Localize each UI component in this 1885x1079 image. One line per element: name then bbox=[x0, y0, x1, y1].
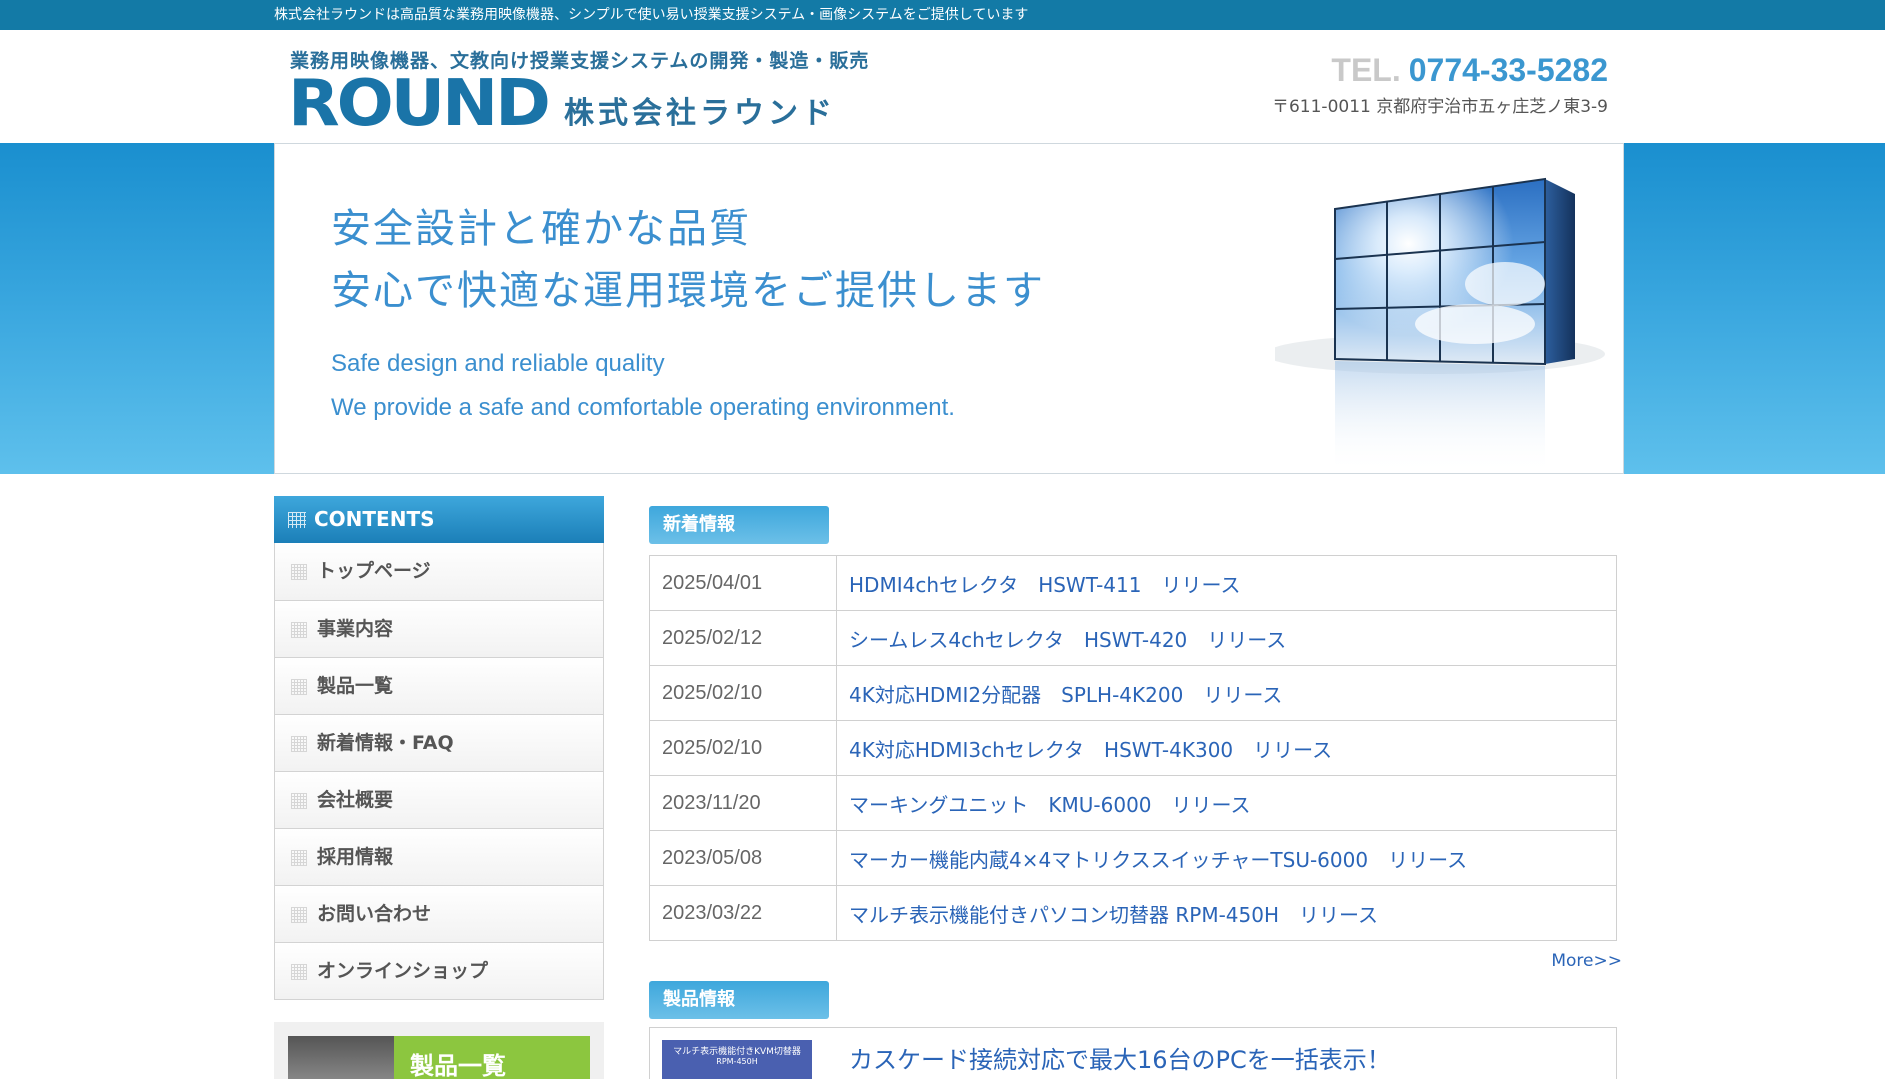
products-heading: 製品情報 bbox=[649, 981, 829, 1019]
table-row: 2025/02/10 4K対応HDMI2分配器 SPLH-4K200 リリース bbox=[649, 665, 1617, 721]
sidebar-item-label: 事業内容 bbox=[317, 618, 394, 640]
news-table: 2025/04/01 HDMI4chセレクタ HSWT-411 リリース 2025… bbox=[649, 555, 1617, 941]
hero-jp-line2: 安心で快適な運用環境をご提供します bbox=[331, 268, 1045, 314]
sidebar: CONTENTS トップページ 事業内容 製品一覧 新着情報・FAQ 会社概要 … bbox=[274, 496, 604, 1079]
top-bar-text: 株式会社ラウンドは高品質な業務用映像機器、シンプルで使い易い授業支援システム・画… bbox=[274, 7, 1029, 23]
square-bullet-icon bbox=[291, 564, 307, 580]
square-bullet-icon bbox=[291, 850, 307, 866]
table-row: 2025/02/10 4K対応HDMI3chセレクタ HSWT-4K300 リリー… bbox=[649, 720, 1617, 776]
news-date: 2025/02/10 bbox=[649, 665, 837, 721]
sidebar-item-label: 採用情報 bbox=[317, 846, 394, 868]
news-link[interactable]: マルチ表示機能付きパソコン切替器 RPM-450H リリース bbox=[836, 885, 1617, 941]
news-date: 2023/03/22 bbox=[649, 885, 837, 941]
table-row: 2023/05/08 マーカー機能内蔵4×4マトリクススイッチャーTSU-6000… bbox=[649, 830, 1617, 886]
banner-text: 製品一覧 bbox=[394, 1036, 590, 1079]
hero-en-line1: Safe design and reliable quality bbox=[331, 350, 665, 377]
table-row: 2025/02/12 シームレス4chセレクタ HSWT-420 リリース bbox=[649, 610, 1617, 666]
banner-image bbox=[288, 1036, 394, 1079]
sidebar-item-label: 製品一覧 bbox=[317, 675, 394, 697]
table-row: 2023/03/22 マルチ表示機能付きパソコン切替器 RPM-450H リリース bbox=[649, 885, 1617, 941]
news-link[interactable]: マーキングユニット KMU-6000 リリース bbox=[836, 775, 1617, 831]
product-thumbnail[interactable]: マルチ表示機能付きKVM切替器 RPM-450H bbox=[662, 1040, 812, 1079]
address: 〒611-0011 京都府宇治市五ヶ庄芝ノ東3-9 bbox=[1271, 97, 1608, 117]
sidebar-item-business[interactable]: 事業内容 bbox=[275, 600, 603, 657]
sidebar-item-contact[interactable]: お問い合わせ bbox=[275, 885, 603, 942]
news-date: 2023/11/20 bbox=[649, 775, 837, 831]
grid-icon bbox=[288, 512, 306, 528]
sidebar-heading-label: CONTENTS bbox=[314, 507, 435, 531]
news-link[interactable]: マーカー機能内蔵4×4マトリクススイッチャーTSU-6000 リリース bbox=[836, 830, 1617, 886]
sidebar-item-news-faq[interactable]: 新着情報・FAQ bbox=[275, 714, 603, 771]
thumb-caption: マルチ表示機能付きKVM切替器 bbox=[673, 1047, 801, 1057]
sidebar-item-top[interactable]: トップページ bbox=[275, 543, 603, 600]
hero-en-line2: We provide a safe and comfortable operat… bbox=[331, 394, 955, 421]
thumb-model: RPM-450H bbox=[716, 1057, 758, 1066]
product-list-banner[interactable]: 製品一覧 bbox=[274, 1022, 604, 1079]
hero-box: 安全設計と確かな品質 安心で快適な運用環境をご提供します Safe design… bbox=[274, 143, 1624, 474]
site-header: 業務用映像機器、文教向け授業支援システムの開発・製造・販売 ROUND 株式会社… bbox=[0, 30, 1885, 143]
tel-number: 0774-33-5282 bbox=[1408, 52, 1608, 88]
square-bullet-icon bbox=[291, 736, 307, 752]
table-row: 2025/04/01 HDMI4chセレクタ HSWT-411 リリース bbox=[649, 555, 1617, 611]
sidebar-item-recruit[interactable]: 採用情報 bbox=[275, 828, 603, 885]
news-link[interactable]: 4K対応HDMI3chセレクタ HSWT-4K300 リリース bbox=[836, 720, 1617, 776]
sidebar-item-label: トップページ bbox=[317, 560, 431, 582]
tel-label: TEL. bbox=[1331, 52, 1401, 88]
hero-banner: 安全設計と確かな品質 安心で快適な運用環境をご提供します Safe design… bbox=[0, 143, 1885, 474]
square-bullet-icon bbox=[291, 907, 307, 923]
sidebar-item-label: 新着情報・FAQ bbox=[317, 732, 454, 754]
phone-number[interactable]: TEL. 0774-33-5282 bbox=[1331, 52, 1608, 89]
news-link[interactable]: HDMI4chセレクタ HSWT-411 リリース bbox=[837, 556, 1617, 611]
news-date: 2025/02/10 bbox=[649, 720, 837, 776]
logo[interactable]: ROUND bbox=[288, 72, 551, 136]
news-link[interactable]: シームレス4chセレクタ HSWT-420 リリース bbox=[836, 610, 1617, 666]
sidebar-item-label: お問い合わせ bbox=[317, 903, 432, 925]
table-row: 2023/11/20 マーキングユニット KMU-6000 リリース bbox=[649, 775, 1617, 831]
product-card: マルチ表示機能付きKVM切替器 RPM-450H カスケード接続対応で最大16台… bbox=[649, 1027, 1617, 1079]
news-date: 2025/04/01 bbox=[649, 555, 837, 611]
sidebar-heading: CONTENTS bbox=[274, 496, 604, 543]
sidebar-item-label: オンラインショップ bbox=[317, 960, 489, 982]
hero-jp-line1: 安全設計と確かな品質 bbox=[331, 206, 751, 252]
sidebar-item-label: 会社概要 bbox=[317, 789, 394, 811]
square-bullet-icon bbox=[291, 679, 307, 695]
sidebar-item-online-shop[interactable]: オンラインショップ bbox=[275, 942, 603, 999]
news-date: 2025/02/12 bbox=[649, 610, 837, 666]
sidebar-menu: トップページ 事業内容 製品一覧 新着情報・FAQ 会社概要 採用情報 お問い合… bbox=[274, 543, 604, 1000]
more-link[interactable]: More>> bbox=[649, 951, 1622, 971]
square-bullet-icon bbox=[291, 622, 307, 638]
news-link[interactable]: 4K対応HDMI2分配器 SPLH-4K200 リリース bbox=[836, 665, 1617, 721]
news-heading: 新着情報 bbox=[649, 506, 829, 544]
sidebar-item-company[interactable]: 会社概要 bbox=[275, 771, 603, 828]
square-bullet-icon bbox=[291, 793, 307, 809]
top-bar: 株式会社ラウンドは高品質な業務用映像機器、シンプルで使い易い授業支援システム・画… bbox=[0, 0, 1885, 30]
main-content: 新着情報 2025/04/01 HDMI4chセレクタ HSWT-411 リリース… bbox=[649, 496, 1622, 1079]
video-wall-cube-image bbox=[1275, 177, 1605, 473]
square-bullet-icon bbox=[291, 964, 307, 980]
product-title-link[interactable]: カスケード接続対応で最大16台のPCを一括表示！ bbox=[849, 1040, 1391, 1075]
company-name: 株式会社ラウンド bbox=[564, 96, 836, 131]
news-date: 2023/05/08 bbox=[649, 830, 837, 886]
sidebar-item-products[interactable]: 製品一覧 bbox=[275, 657, 603, 714]
